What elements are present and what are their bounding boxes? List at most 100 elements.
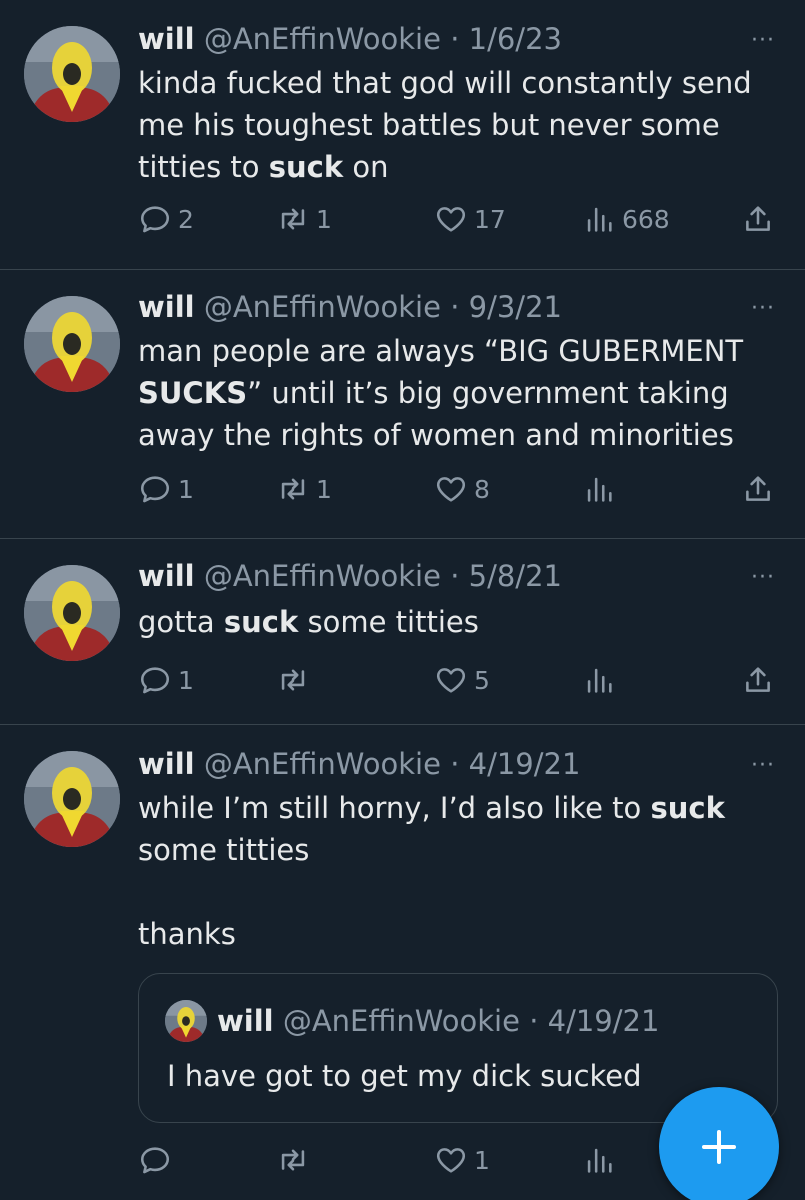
text-bold: suck — [268, 150, 344, 184]
avatar[interactable] — [24, 565, 120, 661]
handle[interactable]: @AnEffinWookie — [204, 559, 441, 593]
views-icon — [587, 477, 612, 502]
separator: · — [450, 22, 460, 56]
like-button[interactable]: 5 — [434, 663, 490, 697]
text-segment: gotta — [138, 605, 224, 639]
tweet-date[interactable]: 9/3/21 — [469, 290, 562, 324]
reply-count: 2 — [178, 204, 194, 234]
quoted-avatar[interactable] — [165, 1000, 207, 1042]
views-button[interactable] — [582, 663, 622, 697]
views-button[interactable]: 668 — [582, 202, 670, 236]
text-bold: SUCKS — [138, 376, 248, 410]
text-bold: suck — [223, 605, 299, 639]
display-name[interactable]: will — [138, 559, 195, 593]
avatar-image — [165, 1000, 207, 1042]
separator: · — [529, 1004, 539, 1038]
display-name[interactable]: will — [138, 290, 195, 324]
reply-button[interactable]: 1 — [138, 472, 194, 506]
quoted-date: 4/19/21 — [547, 1004, 660, 1038]
handle[interactable]: @AnEffinWookie — [204, 22, 441, 56]
text-segment: kinda fucked that god will constantly se… — [138, 66, 761, 184]
avatar-image — [24, 296, 120, 392]
views-icon — [587, 1148, 612, 1173]
share-icon — [746, 667, 770, 692]
retweet-button[interactable]: 1 — [276, 472, 332, 506]
views-icon — [587, 668, 612, 693]
compose-tweet-button[interactable] — [659, 1087, 779, 1200]
text-segment: man people are always “BIG GUBERMENT — [138, 334, 753, 368]
share-button[interactable] — [741, 202, 775, 236]
tweet-header: will @AnEffinWookie · 1/6/23 — [138, 22, 562, 56]
heart-icon — [436, 668, 466, 693]
tweet-header: will @AnEffinWookie · 9/3/21 — [138, 290, 562, 324]
tweet-date[interactable]: 1/6/23 — [469, 22, 562, 56]
display-name[interactable]: will — [138, 22, 195, 56]
like-count: 1 — [474, 1145, 490, 1175]
reply-count: 1 — [178, 474, 194, 504]
reply-icon — [140, 206, 170, 233]
quoted-header: will @AnEffinWookie · 4/19/21 — [217, 1004, 659, 1038]
retweet-icon — [281, 208, 305, 230]
quoted-text: I have got to get my dick sucked — [167, 1059, 642, 1093]
action-bar: 1 1 8 — [138, 472, 775, 512]
more-options-icon[interactable]: ··· — [751, 565, 775, 590]
tweet-header: will @AnEffinWookie · 4/19/21 — [138, 747, 580, 781]
like-count: 17 — [474, 204, 506, 234]
retweet-icon — [281, 669, 305, 691]
like-button[interactable]: 8 — [434, 472, 490, 506]
reply-icon — [140, 1147, 170, 1174]
more-options-icon[interactable]: ··· — [751, 296, 775, 321]
retweet-count: 1 — [316, 204, 332, 234]
quoted-display-name: will — [217, 1004, 274, 1038]
retweet-icon — [281, 1149, 305, 1171]
avatar[interactable] — [24, 296, 120, 392]
share-icon — [746, 206, 770, 231]
share-button[interactable] — [741, 472, 775, 506]
reply-icon — [140, 476, 170, 503]
handle[interactable]: @AnEffinWookie — [204, 747, 441, 781]
tweet[interactable]: will @AnEffinWookie · 9/3/21 ··· man peo… — [0, 270, 805, 539]
separator: · — [450, 290, 460, 324]
tweet[interactable]: will @AnEffinWookie · 1/6/23 ··· kinda f… — [0, 0, 805, 270]
quoted-handle: @AnEffinWookie — [282, 1004, 520, 1038]
separator: · — [450, 747, 460, 781]
heart-icon — [436, 207, 466, 232]
more-options-icon[interactable]: ··· — [751, 753, 775, 778]
share-icon — [746, 476, 770, 501]
like-count: 8 — [474, 474, 490, 504]
reply-button[interactable]: 1 — [138, 663, 194, 697]
display-name[interactable]: will — [138, 747, 195, 781]
reply-count: 1 — [178, 665, 194, 695]
like-count: 5 — [474, 665, 490, 695]
tweet[interactable]: will @AnEffinWookie · 5/8/21 ··· gotta s… — [0, 539, 805, 725]
tweet-date[interactable]: 4/19/21 — [469, 747, 581, 781]
retweet-button[interactable]: 1 — [276, 202, 332, 236]
avatar[interactable] — [24, 26, 120, 122]
like-button[interactable]: 17 — [434, 202, 506, 236]
text-segment: on — [343, 150, 389, 184]
retweet-button[interactable] — [276, 663, 316, 697]
retweet-button[interactable] — [276, 1143, 316, 1177]
like-button[interactable]: 1 — [434, 1143, 490, 1177]
views-count: 668 — [622, 204, 670, 234]
views-button[interactable] — [582, 472, 622, 506]
reply-button[interactable] — [138, 1143, 178, 1177]
tweet-text: gotta suck some titties — [138, 601, 768, 643]
avatar-image — [24, 565, 120, 661]
handle[interactable]: @AnEffinWookie — [204, 290, 441, 324]
avatar[interactable] — [24, 751, 120, 847]
views-button[interactable] — [582, 1143, 622, 1177]
reply-button[interactable]: 2 — [138, 202, 194, 236]
text-segment: while I’m still horny, I’d also like to — [138, 791, 651, 825]
action-bar: 1 5 — [138, 663, 775, 703]
heart-icon — [436, 1148, 466, 1173]
tweet-header: will @AnEffinWookie · 5/8/21 — [138, 559, 562, 593]
avatar-image — [24, 26, 120, 122]
tweet-date[interactable]: 5/8/21 — [469, 559, 562, 593]
tweet-text: while I’m still horny, I’d also like to … — [138, 787, 768, 955]
more-options-icon[interactable]: ··· — [751, 28, 775, 53]
reply-icon — [140, 667, 170, 694]
text-bold: suck — [650, 791, 725, 825]
share-button[interactable] — [741, 663, 775, 697]
retweet-count: 1 — [316, 474, 332, 504]
